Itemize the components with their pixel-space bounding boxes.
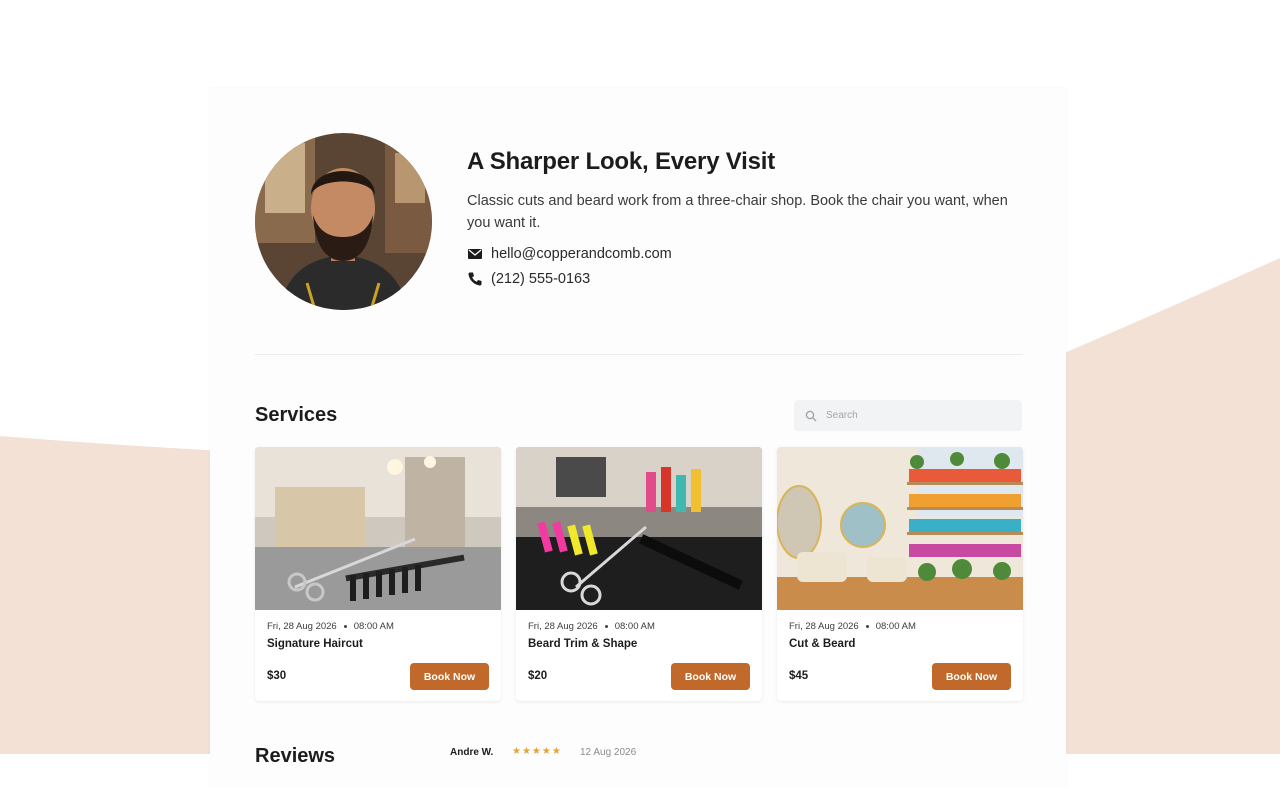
rating-stars: ★★★★★ xyxy=(512,746,562,757)
email-row[interactable]: hello@copperandcomb.com xyxy=(467,246,1027,262)
phone-row[interactable]: (212) 555-0163 xyxy=(467,271,1027,287)
review-date: 12 Aug 2026 xyxy=(580,747,637,758)
search-input[interactable] xyxy=(824,409,1008,422)
phone-icon xyxy=(468,272,482,286)
avatar xyxy=(255,133,432,310)
separator-dot xyxy=(343,625,347,628)
divider xyxy=(255,354,1023,355)
service-price: $20 xyxy=(528,670,548,682)
email-text[interactable]: hello@copperandcomb.com xyxy=(491,246,672,262)
service-image xyxy=(777,447,1023,610)
search-box[interactable] xyxy=(794,400,1022,431)
service-image xyxy=(516,447,762,610)
profile-card: A Sharper Look, Every Visit Classic cuts… xyxy=(210,88,1066,788)
service-card-cut-and-beard[interactable]: Fri, 28 Aug 2026 08:00 AM Cut & Beard $4… xyxy=(777,447,1023,701)
separator-dot xyxy=(604,625,608,628)
service-datetime: Fri, 28 Aug 2026 08:00 AM xyxy=(528,621,655,632)
reviews-heading: Reviews xyxy=(255,745,336,767)
separator-dot xyxy=(865,625,869,628)
service-card-beard-trim[interactable]: Fri, 28 Aug 2026 08:00 AM Beard Trim & S… xyxy=(516,447,762,701)
service-name: Signature Haircut xyxy=(267,638,363,650)
reviewer-name: Andre W. xyxy=(450,747,494,758)
service-price: $30 xyxy=(267,670,287,682)
search-icon xyxy=(805,410,817,421)
services-grid: Fri, 28 Aug 2026 08:00 AM Signature Hair… xyxy=(255,447,1023,701)
service-name: Cut & Beard xyxy=(789,638,856,650)
mail-icon xyxy=(468,249,482,259)
service-price: $45 xyxy=(789,670,809,682)
hero-subtitle: Classic cuts and beard work from a three… xyxy=(467,193,1008,231)
service-name: Beard Trim & Shape xyxy=(528,638,638,650)
service-image xyxy=(255,447,501,610)
service-datetime: Fri, 28 Aug 2026 08:00 AM xyxy=(267,621,394,632)
hero-section: A Sharper Look, Every Visit Classic cuts… xyxy=(255,133,1025,313)
hero-text: A Sharper Look, Every Visit Classic cuts… xyxy=(467,133,1027,287)
services-heading: Services xyxy=(255,404,338,426)
service-card-signature-haircut[interactable]: Fri, 28 Aug 2026 08:00 AM Signature Hair… xyxy=(255,447,501,701)
phone-text[interactable]: (212) 555-0163 xyxy=(491,271,590,287)
page-title: A Sharper Look, Every Visit xyxy=(467,148,776,175)
service-datetime: Fri, 28 Aug 2026 08:00 AM xyxy=(789,621,916,632)
book-now-button[interactable]: Book Now xyxy=(671,663,750,690)
book-now-button[interactable]: Book Now xyxy=(410,663,489,690)
book-now-button[interactable]: Book Now xyxy=(932,663,1011,690)
